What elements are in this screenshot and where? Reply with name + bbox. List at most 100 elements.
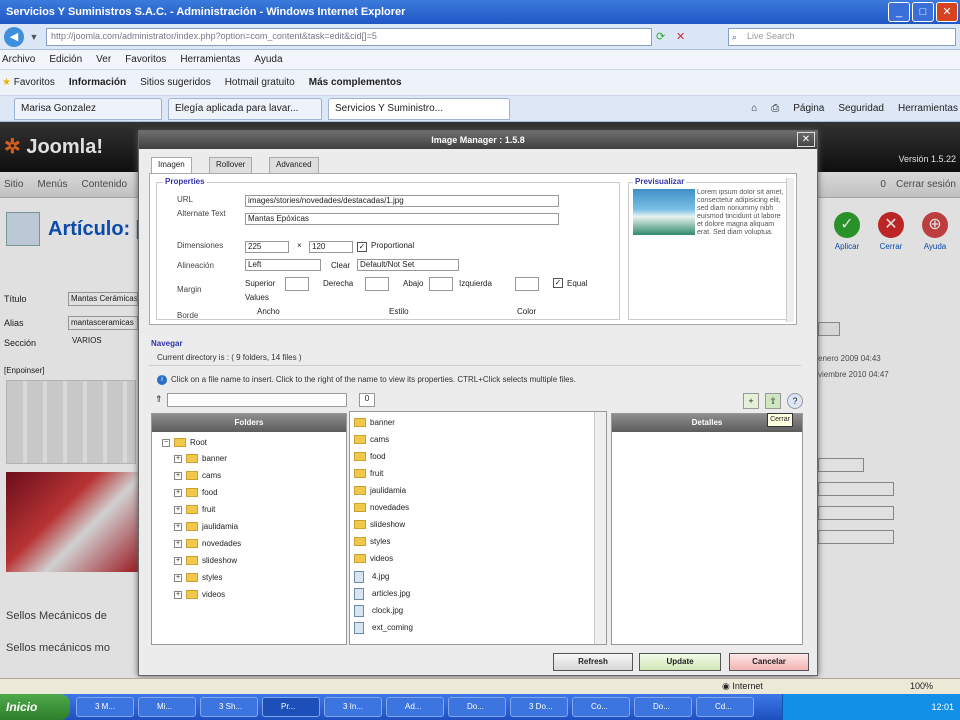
file-item[interactable]: cams — [354, 435, 389, 445]
border-label: Borde — [177, 311, 199, 320]
file-item[interactable]: fruit — [354, 469, 383, 479]
taskbar-button[interactable]: Do... — [448, 697, 506, 717]
tree-item[interactable]: + banner — [174, 454, 227, 464]
file-item[interactable]: slideshow — [354, 520, 405, 530]
equal-values-checkbox[interactable]: ✓ — [553, 278, 563, 288]
tree-item[interactable]: + slideshow — [174, 556, 238, 566]
browser-tab-3[interactable]: Servicios Y Suministro... — [328, 98, 510, 120]
taskbar-button[interactable]: Do... — [634, 697, 692, 717]
proportional-checkbox[interactable]: ✓ — [357, 242, 367, 252]
taskbar-button[interactable]: 3 Sh... — [200, 697, 258, 717]
menu-view[interactable]: Ver — [96, 50, 111, 69]
margin-right-field[interactable] — [365, 277, 389, 291]
cmd-security[interactable]: Seguridad — [838, 96, 884, 122]
url-input[interactable]: http://joomla.com/administrator/index.ph… — [46, 28, 652, 46]
help-circle-icon[interactable]: ? — [787, 393, 803, 409]
file-item-label: ext_coming — [372, 623, 413, 633]
tree-root[interactable]: − Root — [162, 438, 207, 448]
tree-item[interactable]: + cams — [174, 471, 221, 481]
margin-top-field[interactable] — [285, 277, 309, 291]
url-field[interactable]: images/stories/novedades/destacadas/1.jp… — [245, 195, 559, 207]
tree-item-label: slideshow — [202, 556, 238, 565]
refresh-icon[interactable]: ⟳ — [656, 30, 665, 43]
tree-item[interactable]: + styles — [174, 573, 222, 583]
upload-icon[interactable]: ⇧ — [765, 393, 781, 409]
alignment-select[interactable]: Left — [245, 259, 321, 271]
file-item[interactable]: food — [354, 452, 386, 462]
menu-tools[interactable]: Herramientas — [180, 50, 240, 69]
file-item[interactable]: clock.jpg — [354, 605, 403, 617]
tree-item[interactable]: + fruit — [174, 505, 215, 515]
taskbar-button[interactable]: 3 M... — [76, 697, 134, 717]
tab-advanced[interactable]: Advanced — [269, 157, 319, 173]
new-folder-icon[interactable]: + — [743, 393, 759, 409]
tree-item[interactable]: + jaulidamia — [174, 522, 238, 532]
margin-bottom-field[interactable] — [429, 277, 453, 291]
print-icon[interactable]: ⎙ — [771, 96, 779, 122]
tab-image[interactable]: Imagen — [151, 157, 192, 173]
clock[interactable]: 12:01 — [931, 702, 954, 712]
browser-tab-2[interactable]: Elegía aplicada para lavar... — [168, 98, 322, 120]
height-field[interactable]: 120 — [309, 241, 353, 253]
taskbar-button[interactable]: 3 In... — [324, 697, 382, 717]
taskbar-button[interactable]: Mi... — [138, 697, 196, 717]
tree-item[interactable]: + novedades — [174, 539, 241, 549]
taskbar-button[interactable]: Pr... — [262, 697, 320, 717]
width-field[interactable]: 225 — [245, 241, 289, 253]
taskbar-button[interactable]: Co... — [572, 697, 630, 717]
forward-icon[interactable]: ▼ — [26, 27, 42, 47]
search-input[interactable]: Live Search — [728, 28, 956, 46]
modal-close-icon[interactable]: ✕ — [797, 132, 815, 147]
file-item[interactable]: styles — [354, 537, 390, 547]
file-item[interactable]: 4.jpg — [354, 571, 389, 583]
folders-header: Folders — [152, 414, 346, 432]
file-item[interactable]: novedades — [354, 503, 409, 513]
folders-panel: Folders − Root + banner + cams + food + fruit… — [151, 413, 347, 645]
cmd-page[interactable]: Página — [793, 96, 824, 122]
start-button[interactable]: Inicio — [0, 694, 70, 720]
fav-suggested[interactable]: Sitios sugeridos — [140, 70, 211, 95]
taskbar-button[interactable]: Cd... — [696, 697, 754, 717]
close-window-button[interactable]: ✕ — [936, 2, 958, 22]
minimize-button[interactable]: _ — [888, 2, 910, 22]
folder-icon — [186, 471, 198, 481]
fav-hotmail[interactable]: Hotmail gratuito — [225, 70, 295, 95]
fav-favorites[interactable]: ★ Favoritos — [2, 70, 55, 95]
back-icon[interactable]: ◀ — [4, 27, 24, 47]
zoom-level[interactable]: 100% — [910, 681, 933, 691]
cmd-tools[interactable]: Herramientas — [898, 96, 958, 122]
tree-item[interactable]: + videos — [174, 590, 225, 600]
window-controls: _ □ ✕ — [888, 2, 958, 22]
fav-addons[interactable]: Más complementos — [309, 70, 402, 95]
maximize-button[interactable]: □ — [912, 2, 934, 22]
home-icon[interactable]: ⌂ — [751, 96, 757, 122]
folder-up-icon[interactable]: ⇑ — [155, 394, 163, 405]
expand-icon: + — [174, 556, 182, 565]
clear-select[interactable]: Default/Not Set — [357, 259, 459, 271]
alt-field[interactable]: Mantas Epóxicas — [245, 213, 559, 225]
filter-input[interactable]: 0 — [359, 393, 375, 407]
margin-left-field[interactable] — [515, 277, 539, 291]
tab-rollover[interactable]: Rollover — [209, 157, 253, 173]
tree-item[interactable]: + food — [174, 488, 218, 498]
cancel-button[interactable]: Cancelar — [729, 653, 809, 671]
files-scrollbar[interactable] — [594, 412, 606, 644]
file-item[interactable]: banner — [354, 418, 395, 428]
menu-favorites[interactable]: Favoritos — [125, 50, 166, 69]
update-button[interactable]: Update — [639, 653, 721, 671]
taskbar-button[interactable]: 3 Do... — [510, 697, 568, 717]
taskbar-button[interactable]: Ad... — [386, 697, 444, 717]
file-item[interactable]: jaulidamia — [354, 486, 406, 496]
browser-tab-1[interactable]: Marisa Gonzalez — [14, 98, 162, 120]
path-input[interactable] — [167, 393, 347, 407]
stop-icon[interactable]: ✕ — [676, 30, 685, 43]
menu-edit[interactable]: Edición — [49, 50, 82, 69]
file-item[interactable]: ext_coming — [354, 622, 413, 634]
menu-file[interactable]: Archivo — [2, 50, 35, 69]
refresh-button[interactable]: Refresh — [553, 653, 633, 671]
properties-scrollbar[interactable] — [786, 178, 794, 322]
fav-info[interactable]: Información — [69, 70, 126, 95]
file-item[interactable]: videos — [354, 554, 393, 564]
file-item[interactable]: articles.jpg — [354, 588, 410, 600]
menu-help[interactable]: Ayuda — [254, 50, 282, 69]
